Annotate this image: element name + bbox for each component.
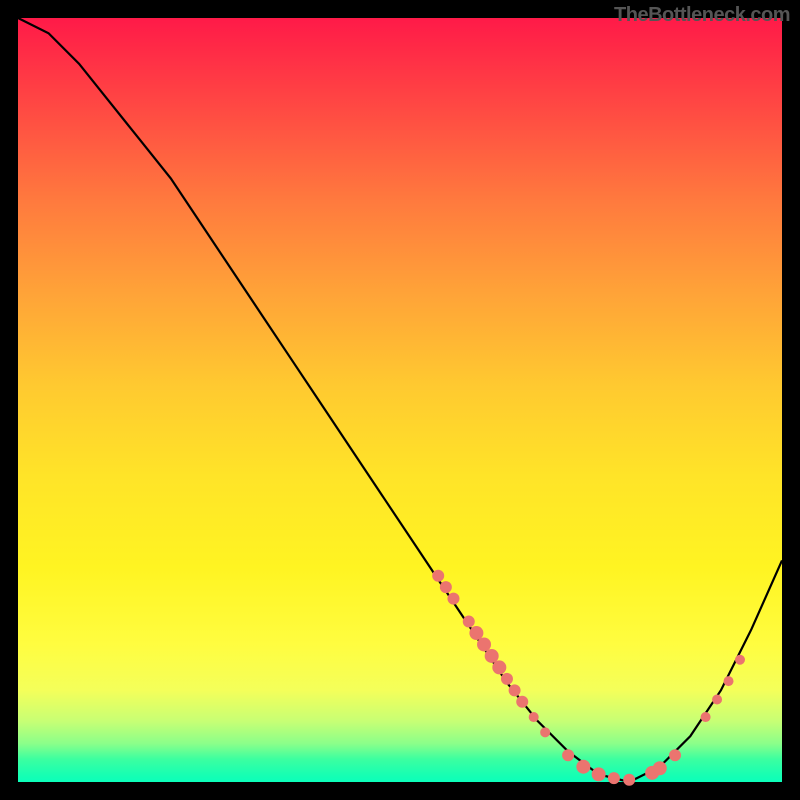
data-marker: [592, 767, 606, 781]
chart-svg: [18, 18, 782, 782]
data-marker: [516, 696, 528, 708]
data-marker: [653, 761, 667, 775]
watermark-text: TheBottleneck.com: [614, 4, 790, 27]
data-marker: [477, 637, 491, 651]
data-marker: [509, 684, 521, 696]
data-marker: [623, 774, 635, 786]
data-marker: [485, 649, 499, 663]
data-marker: [501, 673, 513, 685]
data-marker: [529, 712, 539, 722]
data-marker: [608, 772, 620, 784]
data-marker: [701, 712, 711, 722]
bottleneck-curve: [18, 18, 782, 782]
data-marker: [440, 581, 452, 593]
data-marker: [492, 660, 506, 674]
data-marker: [447, 593, 459, 605]
data-marker: [576, 760, 590, 774]
plot-area: [18, 18, 782, 782]
data-marker: [463, 616, 475, 628]
data-marker: [724, 676, 734, 686]
data-marker: [562, 749, 574, 761]
data-marker: [712, 694, 722, 704]
data-marker: [540, 727, 550, 737]
data-marker: [432, 570, 444, 582]
data-marker: [469, 626, 483, 640]
data-marker: [669, 749, 681, 761]
data-marker: [735, 655, 745, 665]
data-markers-group: [432, 570, 745, 786]
